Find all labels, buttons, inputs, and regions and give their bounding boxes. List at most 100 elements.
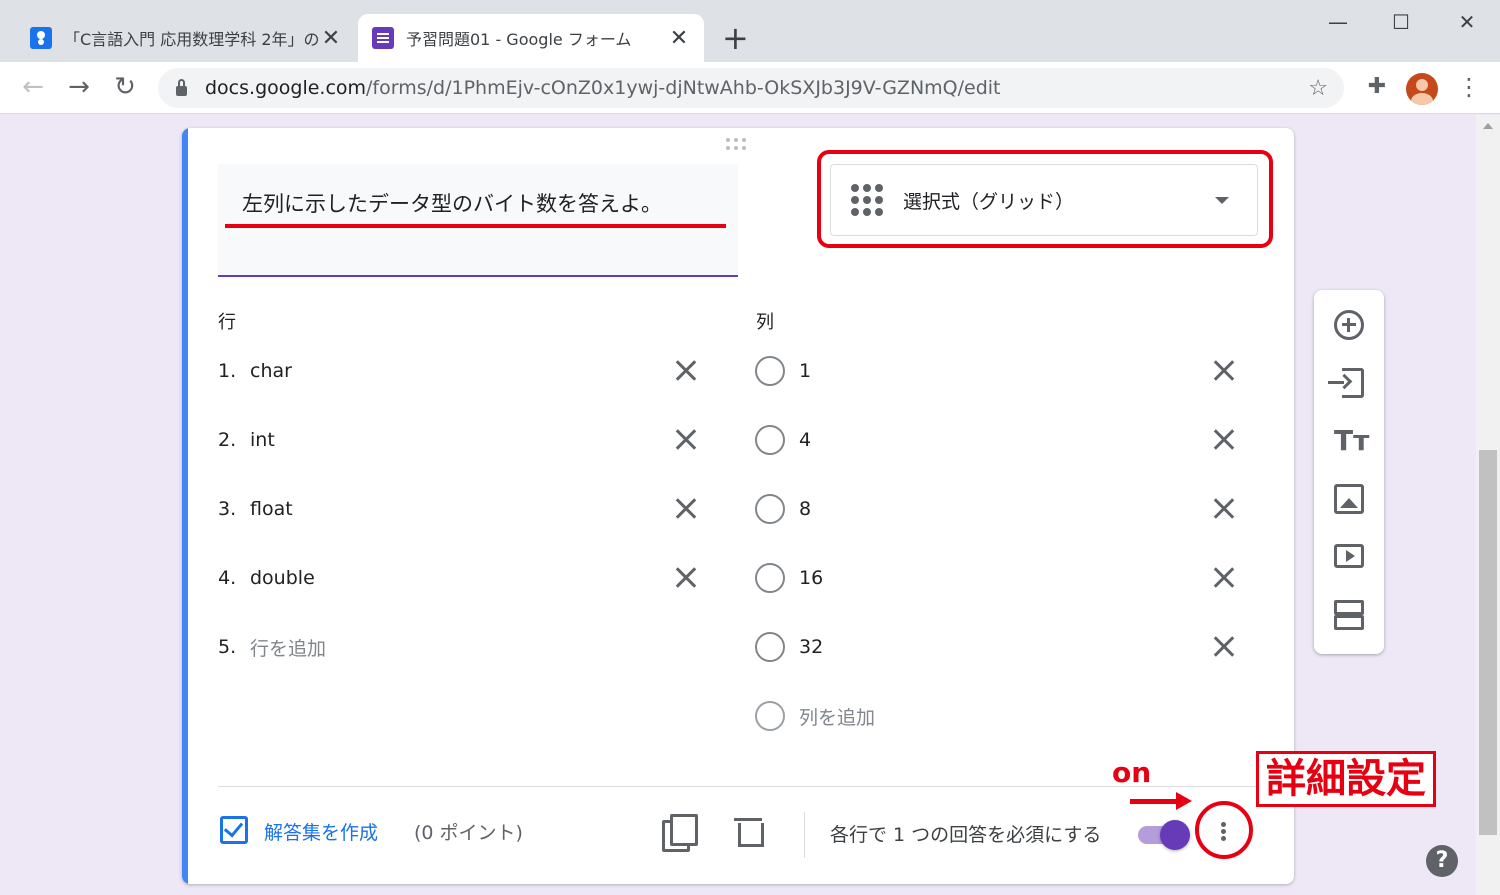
- remove-column-icon[interactable]: [1210, 357, 1238, 385]
- answer-key-icon[interactable]: [220, 816, 248, 844]
- browser-menu-icon[interactable]: ⋮: [1454, 72, 1484, 102]
- classroom-icon: [30, 27, 52, 49]
- remove-row-icon[interactable]: [672, 426, 700, 454]
- remove-column-icon[interactable]: [1210, 633, 1238, 661]
- radio-icon: [755, 494, 785, 524]
- scroll-thumb[interactable]: [1479, 450, 1497, 835]
- row-number: 1.: [218, 360, 237, 382]
- reload-icon[interactable]: ↻: [110, 72, 140, 102]
- add-image-icon[interactable]: [1334, 484, 1364, 514]
- window-close-icon[interactable]: ✕: [1447, 6, 1487, 38]
- column-label[interactable]: 16: [799, 567, 823, 589]
- grid-column-item[interactable]: 32: [755, 632, 823, 662]
- add-video-icon[interactable]: [1334, 544, 1364, 568]
- add-title-icon[interactable]: Tт: [1334, 426, 1369, 456]
- row-number: 5.: [218, 636, 237, 658]
- add-question-icon[interactable]: [1334, 310, 1364, 340]
- extensions-puzzle-icon[interactable]: ✚: [1362, 72, 1392, 102]
- annotation-on-label: on: [1112, 756, 1152, 789]
- row-label[interactable]: int: [250, 429, 275, 451]
- remove-row-icon[interactable]: [672, 495, 700, 523]
- bookmark-star-icon[interactable]: ☆: [1308, 76, 1328, 101]
- require-response-label: 各行で 1 つの回答を必須にする: [830, 824, 1102, 846]
- remove-column-icon[interactable]: [1210, 495, 1238, 523]
- radio-icon: [755, 563, 785, 593]
- footer-divider: [218, 786, 1258, 787]
- forms-icon: [372, 27, 394, 49]
- radio-icon: [755, 632, 785, 662]
- add-column-item[interactable]: 列を追加: [755, 701, 875, 731]
- add-row-label[interactable]: 行を追加: [250, 634, 326, 661]
- page-scrollbar[interactable]: [1476, 115, 1500, 895]
- add-section-icon[interactable]: [1334, 600, 1364, 630]
- grid-column-item[interactable]: 16: [755, 563, 823, 593]
- column-label[interactable]: 4: [799, 429, 811, 451]
- browser-toolbar: ← → ↻ docs.google.com/forms/d/1PhmEjv-cO…: [0, 62, 1500, 114]
- remove-row-icon[interactable]: [672, 357, 700, 385]
- grid-column-item[interactable]: 4: [755, 425, 811, 455]
- address-bar[interactable]: docs.google.com/forms/d/1PhmEjv-cOnZ0x1y…: [158, 68, 1344, 108]
- profile-avatar[interactable]: [1406, 73, 1438, 105]
- question-title-input[interactable]: 左列に示したデータ型のバイト数を答えよ。: [218, 164, 738, 277]
- row-label[interactable]: double: [250, 567, 315, 589]
- floating-side-toolbar: Tт: [1314, 290, 1384, 654]
- row-number: 2.: [218, 429, 237, 451]
- column-label[interactable]: 1: [799, 360, 811, 382]
- points-label: (0 ポイント): [414, 822, 523, 844]
- columns-header: 列: [756, 312, 774, 333]
- grid-row-item[interactable]: 1. char: [218, 356, 292, 386]
- add-row-item[interactable]: 5. 行を追加: [218, 632, 326, 662]
- annotation-highlight-box: [817, 150, 1273, 248]
- tab-title: 予習問題01 - Google フォーム: [406, 30, 632, 49]
- row-number: 3.: [218, 498, 237, 520]
- browser-tab-strip: 「C言語入門 応用数理学科 2年」の ✕ 予習問題01 - Google フォー…: [0, 0, 1500, 62]
- grid-column-item[interactable]: 8: [755, 494, 811, 524]
- annotation-arrow-icon: [1130, 792, 1192, 810]
- add-column-label[interactable]: 列を追加: [799, 703, 875, 730]
- new-tab-button[interactable]: +: [722, 20, 749, 56]
- remove-column-icon[interactable]: [1210, 564, 1238, 592]
- minimize-icon[interactable]: —: [1318, 6, 1358, 38]
- url-path: /forms/d/1PhmEjv-cOnZ0x1ywj-djNtwAhb-OkS…: [366, 77, 1001, 99]
- row-label[interactable]: float: [250, 498, 293, 520]
- annotation-underline: [225, 224, 726, 228]
- duplicate-icon[interactable]: [662, 814, 698, 852]
- scroll-up-icon[interactable]: [1483, 123, 1493, 129]
- annotation-circle: [1195, 801, 1253, 859]
- toggle-knob: [1160, 820, 1190, 850]
- url-text: docs.google.com/forms/d/1PhmEjv-cOnZ0x1y…: [205, 77, 1001, 99]
- import-questions-icon[interactable]: [1328, 368, 1364, 398]
- delete-icon[interactable]: [734, 816, 764, 847]
- row-label[interactable]: char: [250, 360, 292, 382]
- forward-icon[interactable]: →: [64, 72, 94, 102]
- maximize-icon[interactable]: ☐: [1381, 6, 1421, 38]
- remove-column-icon[interactable]: [1210, 426, 1238, 454]
- radio-icon: [755, 701, 785, 731]
- rows-header: 行: [218, 312, 236, 333]
- lock-icon: [176, 78, 187, 96]
- drag-handle-icon[interactable]: [726, 138, 750, 152]
- remove-row-icon[interactable]: [672, 564, 700, 592]
- annotation-advanced-settings: 詳細設定: [1256, 751, 1436, 807]
- close-icon[interactable]: ✕: [668, 26, 690, 51]
- url-host: docs.google.com: [205, 77, 367, 99]
- tab-classroom[interactable]: 「C言語入門 応用数理学科 2年」の ✕: [16, 14, 356, 62]
- grid-row-item[interactable]: 4. double: [218, 563, 315, 593]
- tab-title: 「C言語入門 応用数理学科 2年」の: [64, 30, 320, 49]
- grid-row-item[interactable]: 2. int: [218, 425, 275, 455]
- answer-key-link[interactable]: 解答集を作成: [264, 818, 378, 845]
- grid-row-item[interactable]: 3. float: [218, 494, 293, 524]
- tab-forms[interactable]: 予習問題01 - Google フォーム ✕: [358, 14, 704, 62]
- active-card-indicator: [182, 128, 188, 884]
- column-label[interactable]: 8: [799, 498, 811, 520]
- require-response-toggle[interactable]: [1136, 820, 1192, 850]
- radio-icon: [755, 425, 785, 455]
- help-icon[interactable]: ?: [1426, 845, 1458, 877]
- footer-separator: [804, 812, 805, 858]
- back-icon[interactable]: ←: [18, 72, 48, 102]
- grid-column-item[interactable]: 1: [755, 356, 811, 386]
- radio-icon: [755, 356, 785, 386]
- close-icon[interactable]: ✕: [320, 26, 342, 51]
- column-label[interactable]: 32: [799, 636, 823, 658]
- row-number: 4.: [218, 567, 237, 589]
